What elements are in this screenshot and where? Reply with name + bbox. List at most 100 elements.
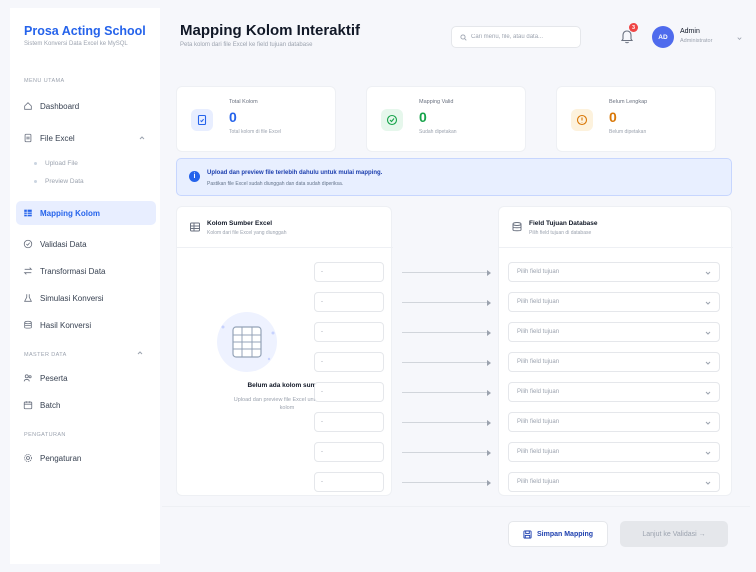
gear-icon: [16, 453, 40, 463]
mapping-connector: [402, 422, 490, 423]
target-field-select-value: Pilih field tujuan: [517, 389, 560, 395]
sidebar-item-label: Pengaturan: [40, 453, 82, 463]
sidebar-item-pengaturan[interactable]: Pengaturan: [16, 446, 156, 470]
stat-desc: Sudah dipetakan: [419, 129, 457, 135]
sidebar-item-mapping[interactable]: Mapping Kolom: [16, 201, 156, 225]
arrow-right-icon: [487, 329, 491, 336]
target-field-select[interactable]: Pilih field tujuan: [508, 322, 720, 342]
target-field-select-value: Pilih field tujuan: [517, 329, 560, 335]
arrow-right-icon: [487, 359, 491, 366]
sidebar-item-file-excel[interactable]: File Excel: [16, 126, 156, 150]
sidebar-item-label: Simulasi Konversi: [40, 293, 104, 303]
info-icon: i: [189, 171, 200, 182]
sidebar-item-label: Hasil Konversi: [40, 320, 92, 330]
stat-card-total-kolom: Total Kolom 0 Total kolom di file Excel: [176, 86, 336, 152]
sidebar-subitem-upload[interactable]: Upload File: [34, 160, 78, 167]
sidebar-item-label: Transformasi Data: [40, 266, 106, 276]
info-title: Upload dan preview file terlebih dahulu …: [207, 170, 383, 176]
sidebar-item-transformasi[interactable]: Transformasi Data: [16, 259, 156, 283]
search-box[interactable]: [451, 26, 581, 48]
stat-desc: Belum dipetakan: [609, 129, 647, 135]
sidebar-item-label: Mapping Kolom: [40, 208, 100, 218]
stat-card-belum-lengkap: Belum Lengkap 0 Belum dipetakan: [556, 86, 716, 152]
search-icon: [460, 33, 467, 41]
sidebar-item-batch[interactable]: Batch: [16, 393, 156, 417]
chevron-down-icon: [705, 361, 711, 365]
source-column-slot: -: [314, 412, 384, 432]
section-label-main: MENU UTAMA: [24, 78, 65, 84]
panel-subtitle: Kolom dari file Excel yang diunggah: [207, 230, 287, 236]
mapping-connector: [402, 272, 490, 273]
target-field-select-value: Pilih field tujuan: [517, 419, 560, 425]
stat-label: Mapping Valid: [419, 99, 454, 105]
divider: [177, 247, 393, 248]
target-field-select-value: Pilih field tujuan: [517, 299, 560, 305]
source-column-slot: -: [314, 262, 384, 282]
avatar[interactable]: AD: [652, 26, 674, 48]
target-field-select[interactable]: Pilih field tujuan: [508, 412, 720, 432]
target-field-select[interactable]: Pilih field tujuan: [508, 382, 720, 402]
flask-icon: [16, 293, 40, 303]
arrow-right-icon: [487, 269, 491, 276]
target-field-select[interactable]: Pilih field tujuan: [508, 262, 720, 282]
file-icon: [191, 109, 213, 131]
target-field-select[interactable]: Pilih field tujuan: [508, 442, 720, 462]
target-field-select[interactable]: Pilih field tujuan: [508, 472, 720, 492]
user-name: Admin: [680, 28, 700, 35]
arrow-right-icon: [487, 299, 491, 306]
stat-desc: Total kolom di file Excel: [229, 129, 281, 135]
panel-subtitle: Pilih field tujuan di database: [529, 230, 592, 236]
sidebar-item-hasil[interactable]: Hasil Konversi: [16, 313, 156, 337]
search-input[interactable]: [471, 34, 571, 40]
table-icon: [16, 208, 40, 218]
page-title: Mapping Kolom Interaktif: [180, 22, 360, 39]
source-column-slot: -: [314, 322, 384, 342]
panel-title: Field Tujuan Database: [529, 220, 598, 227]
chevron-down-icon: [705, 391, 711, 395]
user-role: Administrator: [680, 38, 713, 44]
sidebar-subitem-preview[interactable]: Preview Data: [34, 178, 84, 185]
source-column-slot: -: [314, 442, 384, 462]
stat-card-mapping-valid: Mapping Valid 0 Sudah dipetakan: [366, 86, 526, 152]
save-icon: [523, 529, 532, 539]
chevron-up-icon[interactable]: [136, 349, 144, 357]
source-column-slot: -: [314, 352, 384, 372]
chevron-down-icon[interactable]: [736, 35, 743, 42]
mapping-connector: [402, 482, 490, 483]
next-validation-button[interactable]: Lanjut ke Validasi →: [620, 521, 728, 547]
stat-value: 0: [609, 109, 617, 125]
source-column-slot: -: [314, 292, 384, 312]
sidebar-item-label: File Excel: [40, 133, 75, 143]
sidebar-item-validasi[interactable]: Validasi Data: [16, 232, 156, 256]
sidebar-item-dashboard[interactable]: Dashboard: [16, 94, 156, 118]
brand-title: Prosa Acting School: [24, 24, 146, 38]
arrow-right-icon: [487, 419, 491, 426]
mapping-connector: [402, 302, 490, 303]
stat-value: 0: [419, 109, 427, 125]
source-column-slot: -: [314, 382, 384, 402]
source-column-slot: -: [314, 472, 384, 492]
chevron-down-icon: [705, 271, 711, 275]
footer-divider: [162, 506, 750, 507]
chevron-down-icon: [705, 451, 711, 455]
home-icon: [16, 101, 40, 111]
target-field-select[interactable]: Pilih field tujuan: [508, 292, 720, 312]
chevron-up-icon[interactable]: [138, 134, 146, 142]
mapping-connector: [402, 332, 490, 333]
calendar-icon: [16, 400, 40, 410]
sidebar-item-simulasi[interactable]: Simulasi Konversi: [16, 286, 156, 310]
save-mapping-button[interactable]: Simpan Mapping: [508, 521, 608, 547]
mapping-connector: [402, 362, 490, 363]
mapping-connector: [402, 452, 490, 453]
sidebar-item-peserta[interactable]: Peserta: [16, 366, 156, 390]
database-icon: [16, 320, 40, 330]
stat-label: Belum Lengkap: [609, 99, 648, 105]
target-field-select-value: Pilih field tujuan: [517, 449, 560, 455]
target-field-select[interactable]: Pilih field tujuan: [508, 352, 720, 372]
section-label-master: MASTER DATA: [24, 352, 67, 358]
info-alert: i Upload dan preview file terlebih dahul…: [176, 158, 732, 196]
sidebar-item-label: Peserta: [40, 373, 68, 383]
target-field-select-value: Pilih field tujuan: [517, 359, 560, 365]
users-icon: [16, 373, 40, 383]
panel-title: Kolom Sumber Excel: [207, 220, 273, 227]
